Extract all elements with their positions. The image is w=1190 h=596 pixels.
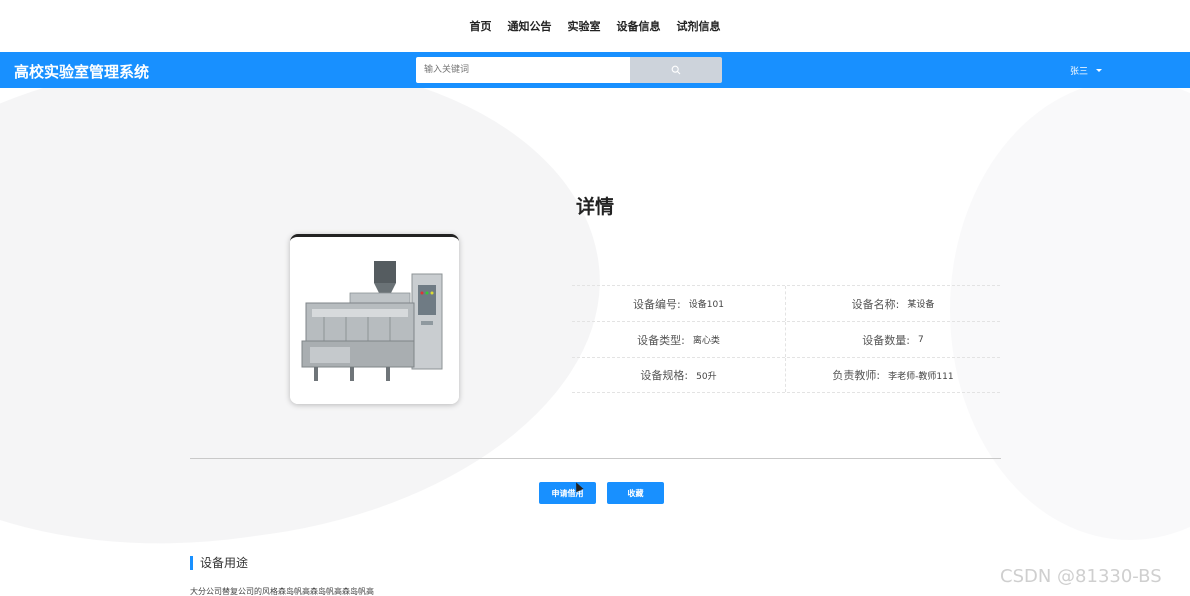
detail-value-equipment-number: 设备101 bbox=[688, 300, 724, 310]
equipment-details: 设备编号: 设备101 设备名称: 某设备 设备类型: 离心类 设备数量: 7 … bbox=[572, 285, 1000, 393]
search-bar bbox=[416, 57, 722, 83]
page: 首页 通知公告 实验室 设备信息 试剂信息 高校实验室管理系统 张三 详情 bbox=[0, 0, 1190, 596]
detail-cell: 设备编号: 设备101 bbox=[572, 286, 786, 321]
detail-cell: 设备类型: 离心类 bbox=[572, 322, 786, 357]
detail-cell: 设备规格: 50升 bbox=[572, 358, 786, 392]
nav-item-equipment[interactable]: 设备信息 bbox=[617, 18, 661, 34]
nav-item-reagents[interactable]: 试剂信息 bbox=[677, 18, 721, 34]
detail-label-equipment-spec: 设备规格: bbox=[640, 369, 689, 382]
detail-label-equipment-quantity: 设备数量: bbox=[862, 333, 910, 347]
machine-image bbox=[290, 237, 459, 404]
detail-label-equipment-name: 设备名称: bbox=[851, 297, 900, 311]
chevron-down-icon bbox=[1096, 69, 1103, 72]
section-title: 设备用途 bbox=[190, 556, 248, 570]
equipment-image-card bbox=[290, 234, 459, 404]
detail-label-equipment-type: 设备类型: bbox=[637, 333, 685, 347]
detail-cell: 设备数量: 7 bbox=[786, 322, 1000, 357]
detail-value-equipment-spec: 50升 bbox=[696, 371, 717, 382]
section-text: 大分公司替复公司的风格森岛帆高森岛帆高森岛帆高 bbox=[190, 587, 374, 596]
detail-value-responsible-teacher: 李老师-教师111 bbox=[888, 371, 954, 382]
detail-row: 设备编号: 设备101 设备名称: 某设备 bbox=[572, 285, 1000, 321]
detail-label-responsible-teacher: 负责教师: bbox=[832, 369, 881, 382]
nav-item-labs[interactable]: 实验室 bbox=[568, 18, 601, 34]
watermark: CSDN @81330-BS bbox=[1000, 566, 1162, 587]
search-icon bbox=[671, 65, 681, 75]
user-menu[interactable]: 张三 bbox=[1070, 64, 1103, 77]
page-title: 详情 bbox=[575, 196, 614, 218]
detail-value-equipment-quantity: 7 bbox=[917, 334, 924, 345]
detail-cell: 设备名称: 某设备 bbox=[786, 286, 1000, 321]
user-name: 张三 bbox=[1070, 67, 1089, 77]
header-bar: 高校实验室管理系统 张三 bbox=[0, 52, 1190, 88]
divider bbox=[190, 458, 1001, 459]
search-input[interactable] bbox=[416, 57, 630, 83]
apply-borrow-button[interactable]: 申请借用 bbox=[539, 482, 596, 504]
top-nav: 首页 通知公告 实验室 设备信息 试剂信息 bbox=[0, 0, 1190, 52]
detail-row: 设备规格: 50升 负责教师: 李老师-教师111 bbox=[572, 357, 1000, 393]
favorite-button[interactable]: 收藏 bbox=[607, 482, 664, 504]
search-button[interactable] bbox=[630, 57, 722, 83]
detail-row: 设备类型: 离心类 设备数量: 7 bbox=[572, 321, 1000, 357]
nav-item-notices[interactable]: 通知公告 bbox=[508, 18, 552, 34]
detail-value-equipment-name: 某设备 bbox=[907, 300, 935, 310]
site-logo[interactable]: 高校实验室管理系统 bbox=[14, 61, 149, 82]
nav-item-home[interactable]: 首页 bbox=[470, 18, 492, 34]
detail-cell: 负责教师: 李老师-教师111 bbox=[786, 358, 1000, 392]
detail-label-equipment-number: 设备编号: bbox=[633, 297, 681, 311]
detail-value-equipment-type: 离心类 bbox=[692, 336, 720, 346]
